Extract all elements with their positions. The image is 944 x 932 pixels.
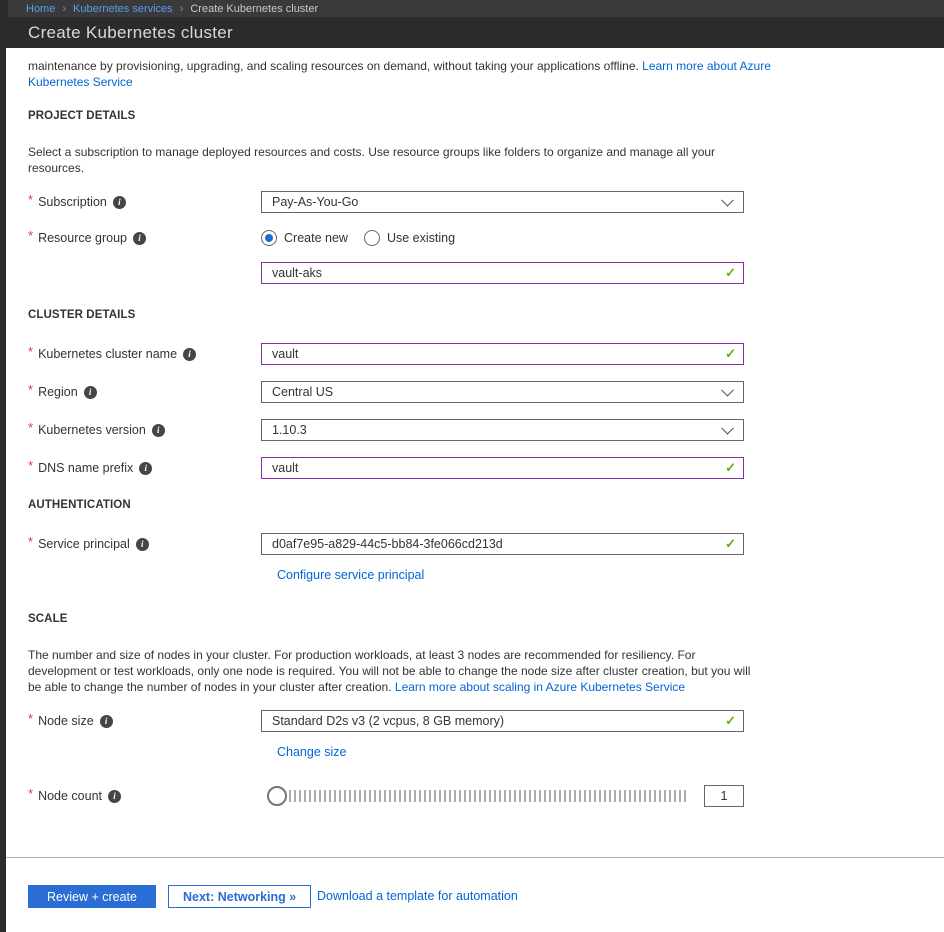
slider-track[interactable] <box>289 790 687 802</box>
required-marker: * <box>28 534 33 549</box>
cluster-name-label: * Kubernetes cluster name i <box>28 347 261 362</box>
project-details-description: Select a subscription to manage deployed… <box>28 144 760 176</box>
valid-check-icon: ✓ <box>725 265 736 281</box>
radio-unselected-icon <box>364 230 380 246</box>
subscription-dropdown[interactable]: Pay-As-You-Go <box>261 191 744 213</box>
scale-description: The number and size of nodes in your clu… <box>28 647 765 695</box>
slider-handle[interactable] <box>267 786 287 806</box>
info-icon[interactable]: i <box>133 232 146 245</box>
dns-prefix-label: * DNS name prefix i <box>28 461 261 476</box>
kubernetes-version-label: * Kubernetes version i <box>28 423 261 438</box>
kubernetes-version-row: * Kubernetes version i 1.10.3 <box>28 419 744 441</box>
node-count-slider <box>261 785 744 807</box>
cluster-name-row: * Kubernetes cluster name i ✓ <box>28 343 744 365</box>
region-label: * Region i <box>28 385 261 400</box>
next-networking-button[interactable]: Next: Networking » <box>168 885 311 908</box>
cluster-name-input[interactable] <box>272 347 733 361</box>
required-marker: * <box>28 711 33 726</box>
chevron-right-icon: › <box>62 3 66 15</box>
info-icon[interactable]: i <box>139 462 152 475</box>
resource-group-name-field-wrap <box>261 262 744 284</box>
breadcrumb-kubernetes-services-link[interactable]: Kubernetes services <box>73 3 173 15</box>
review-create-button[interactable]: Review + create <box>28 885 156 908</box>
radio-selected-icon <box>261 230 277 246</box>
chevron-right-icon: › <box>180 3 184 15</box>
resource-group-create-new-radio[interactable]: Create new <box>261 230 348 246</box>
region-dropdown[interactable]: Central US <box>261 381 744 403</box>
change-size-link[interactable]: Change size <box>277 745 347 759</box>
node-count-row: * Node count i <box>28 785 744 807</box>
intro-text: maintenance by provisioning, upgrading, … <box>28 58 773 90</box>
chevron-down-icon <box>721 194 734 207</box>
breadcrumb-current-page: Create Kubernetes cluster <box>190 3 318 15</box>
resource-group-label: * Resource group i <box>28 231 261 246</box>
required-marker: * <box>28 458 33 473</box>
page-title: Create Kubernetes cluster <box>28 17 233 48</box>
resource-group-name-row: ✓ <box>28 262 744 284</box>
valid-check-icon: ✓ <box>725 346 736 362</box>
footer-divider <box>6 857 944 858</box>
required-marker: * <box>28 228 33 243</box>
required-marker: * <box>28 192 33 207</box>
blade-content: maintenance by provisioning, upgrading, … <box>6 48 944 932</box>
resource-group-use-existing-radio[interactable]: Use existing <box>364 230 455 246</box>
valid-check-icon: ✓ <box>725 713 736 729</box>
node-size-field[interactable]: Standard D2s v3 (2 vcpus, 8 GB memory) <box>261 710 744 732</box>
info-icon[interactable]: i <box>108 790 121 803</box>
info-icon[interactable]: i <box>152 424 165 437</box>
service-principal-row: * Service principal i ✓ <box>28 533 744 555</box>
region-row: * Region i Central US <box>28 381 744 403</box>
configure-service-principal-link[interactable]: Configure service principal <box>277 568 424 582</box>
download-template-link[interactable]: Download a template for automation <box>317 889 518 903</box>
info-icon[interactable]: i <box>100 715 113 728</box>
node-size-label: * Node size i <box>28 714 261 729</box>
required-marker: * <box>28 382 33 397</box>
section-heading-cluster-details: CLUSTER DETAILS <box>28 309 135 321</box>
kubernetes-version-dropdown[interactable]: 1.10.3 <box>261 419 744 441</box>
subscription-label: * Subscription i <box>28 195 261 210</box>
breadcrumb: Home › Kubernetes services › Create Kube… <box>8 0 944 17</box>
service-principal-label: * Service principal i <box>28 537 261 552</box>
required-marker: * <box>28 420 33 435</box>
node-size-row: * Node size i Standard D2s v3 (2 vcpus, … <box>28 710 744 732</box>
dns-prefix-input[interactable] <box>272 461 733 475</box>
section-heading-scale: SCALE <box>28 613 67 625</box>
info-icon[interactable]: i <box>84 386 97 399</box>
resource-group-name-input[interactable] <box>272 266 733 280</box>
section-heading-project-details: PROJECT DETAILS <box>28 110 135 122</box>
info-icon[interactable]: i <box>113 196 126 209</box>
chevron-down-icon <box>721 422 734 435</box>
breadcrumb-home-link[interactable]: Home <box>26 3 55 15</box>
valid-check-icon: ✓ <box>725 460 736 476</box>
info-icon[interactable]: i <box>136 538 149 551</box>
node-count-label: * Node count i <box>28 789 261 804</box>
required-marker: * <box>28 344 33 359</box>
subscription-row: * Subscription i Pay-As-You-Go <box>28 191 744 213</box>
required-marker: * <box>28 786 33 801</box>
node-count-input[interactable] <box>704 785 744 807</box>
resource-group-row: * Resource group i Create new Use existi… <box>28 228 744 248</box>
dns-prefix-row: * DNS name prefix i ✓ <box>28 457 744 479</box>
section-heading-authentication: AUTHENTICATION <box>28 499 131 511</box>
chevron-down-icon <box>721 384 734 397</box>
service-principal-input[interactable] <box>272 537 733 551</box>
valid-check-icon: ✓ <box>725 536 736 552</box>
info-icon[interactable]: i <box>183 348 196 361</box>
learn-more-scaling-link[interactable]: Learn more about scaling in Azure Kubern… <box>395 680 685 694</box>
